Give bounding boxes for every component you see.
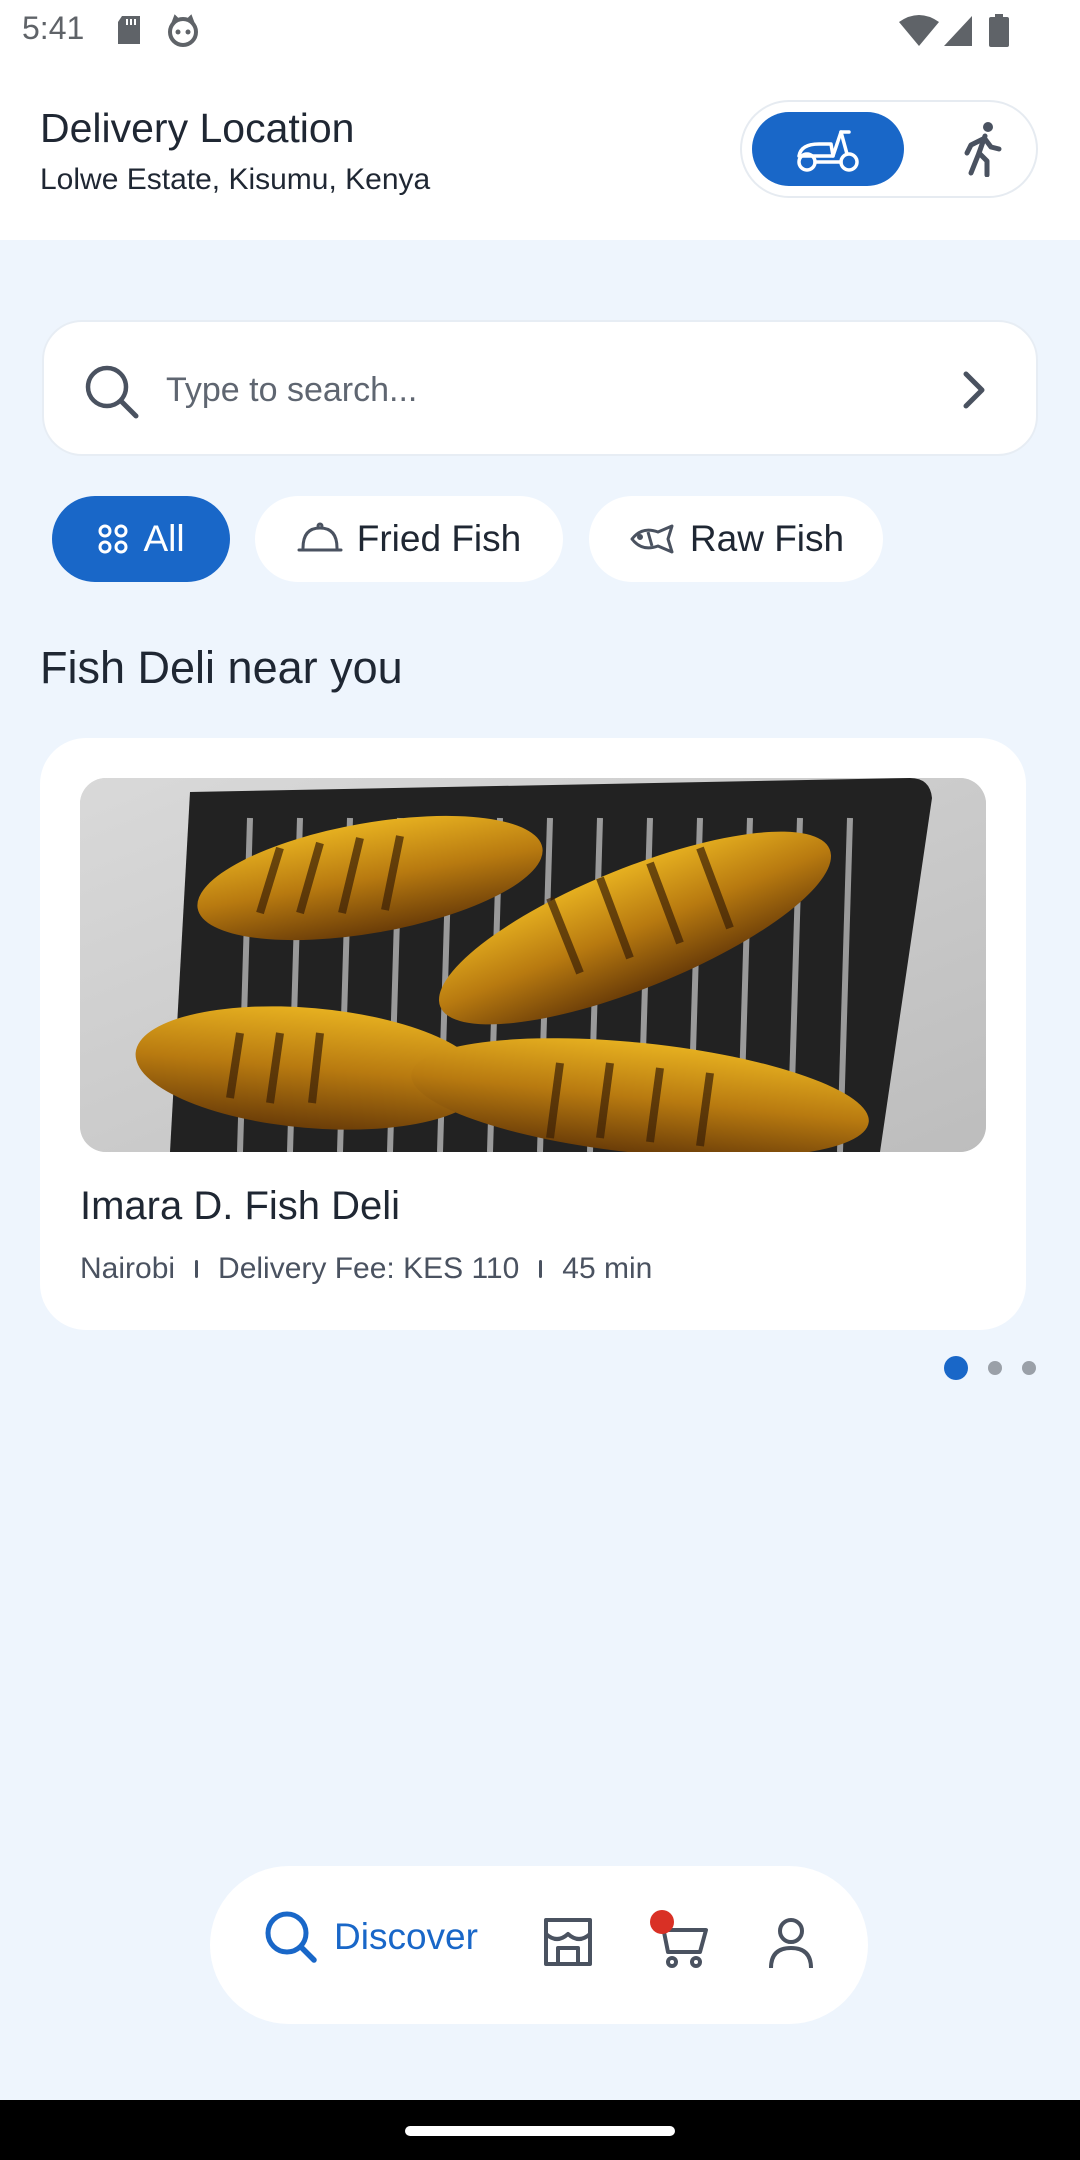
carousel-indicator — [944, 1356, 1036, 1380]
restaurant-name: Imara D. Fish Deli — [80, 1184, 401, 1228]
profile-icon[interactable] — [768, 1916, 814, 1970]
search-bar[interactable] — [42, 320, 1038, 456]
system-navigation-bar — [0, 2100, 1080, 2160]
search-input[interactable] — [166, 352, 866, 428]
chevron-right-icon[interactable] — [962, 370, 986, 410]
status-bar: 5:41 — [0, 0, 1080, 60]
meta-separator — [195, 1260, 199, 1278]
restaurant-meta: Nairobi Delivery Fee: KES 110 45 min — [80, 1252, 652, 1286]
header: Delivery Location Lolwe Estate, Kisumu, … — [0, 60, 1080, 240]
restaurant-card[interactable]: Imara D. Fish Deli Nairobi Delivery Fee:… — [40, 738, 1026, 1330]
delivery-mode-toggle — [740, 100, 1038, 198]
category-label: Raw Fish — [689, 518, 845, 559]
store-icon[interactable] — [542, 1916, 594, 1968]
battery-icon — [989, 14, 1009, 47]
cloche-icon — [297, 522, 343, 552]
nav-discover[interactable]: Discover — [264, 1910, 478, 1964]
category-chip-fried-fish[interactable]: Fried Fish — [255, 496, 563, 582]
signal-icon — [944, 16, 972, 46]
bottom-navigation: Discover — [210, 1866, 868, 2024]
gesture-handle[interactable] — [405, 2126, 675, 2136]
status-time: 5:41 — [22, 10, 85, 46]
restaurant-delivery-fee: Delivery Fee: KES 110 — [218, 1252, 520, 1285]
wifi-icon — [899, 15, 939, 46]
cat-face-icon — [168, 14, 198, 47]
sd-card-icon — [118, 16, 140, 44]
section-title: Fish Deli near you — [40, 642, 403, 693]
pickup-mode-button[interactable] — [942, 112, 1022, 186]
category-label: All — [143, 518, 185, 559]
nav-discover-label: Discover — [334, 1916, 478, 1957]
delivery-location-title[interactable]: Delivery Location — [40, 105, 355, 152]
cart-badge — [650, 1910, 674, 1934]
restaurant-location: Nairobi — [80, 1252, 176, 1285]
search-icon — [265, 1911, 317, 1963]
restaurant-eta: 45 min — [562, 1252, 653, 1285]
search-icon — [85, 365, 139, 419]
carousel-dot-active[interactable] — [944, 1356, 968, 1380]
carousel-dot[interactable] — [1022, 1361, 1036, 1375]
carousel-dot[interactable] — [988, 1361, 1002, 1375]
meta-separator — [539, 1260, 543, 1278]
grid-dots-icon — [98, 524, 128, 554]
walking-icon — [964, 122, 1002, 177]
fish-icon — [630, 524, 674, 554]
scooter-icon — [797, 130, 859, 172]
category-chip-all[interactable]: All — [52, 496, 230, 582]
category-label: Fried Fish — [356, 518, 522, 559]
category-chip-raw-fish[interactable]: Raw Fish — [589, 496, 883, 582]
restaurant-image — [80, 778, 986, 1152]
delivery-mode-button[interactable] — [752, 112, 904, 186]
delivery-address[interactable]: Lolwe Estate, Kisumu, Kenya — [40, 163, 430, 197]
